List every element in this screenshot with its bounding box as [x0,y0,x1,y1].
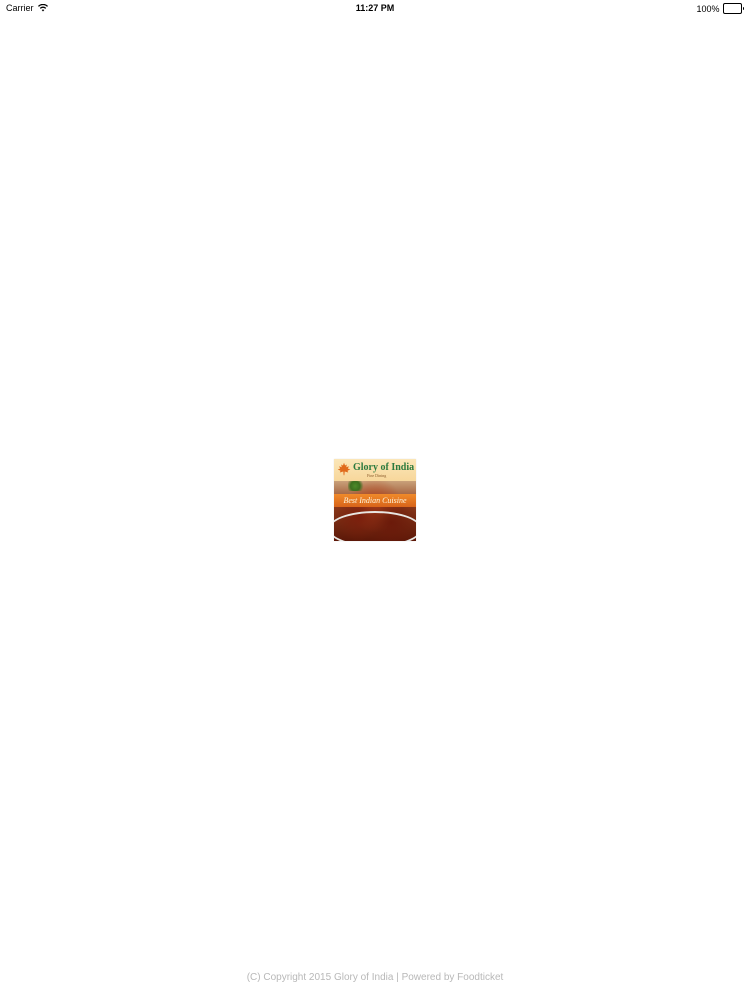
status-right: 100% [696,3,744,14]
battery-percent: 100% [696,3,720,14]
logo-tagline: Best Indian Cuisine [343,496,407,505]
curry-dish-image: Best Indian Cuisine [334,481,416,541]
copyright-footer: (C) Copyright 2015 Glory of India | Powe… [246,972,504,983]
garnish [348,481,366,491]
plate-rim [334,511,416,541]
maple-leaf-icon [337,462,351,481]
logo-subtitle: Fine Dining [367,473,387,478]
logo-header: Glory of India Fine Dining [334,459,416,481]
app-logo: Glory of India Fine Dining Best Indian C… [334,459,416,541]
logo-title: Glory of India [353,462,415,473]
battery-icon [722,3,744,14]
status-time: 11:27 PM [355,3,395,13]
status-bar: Carrier 11:27 PM 100% [0,0,750,16]
